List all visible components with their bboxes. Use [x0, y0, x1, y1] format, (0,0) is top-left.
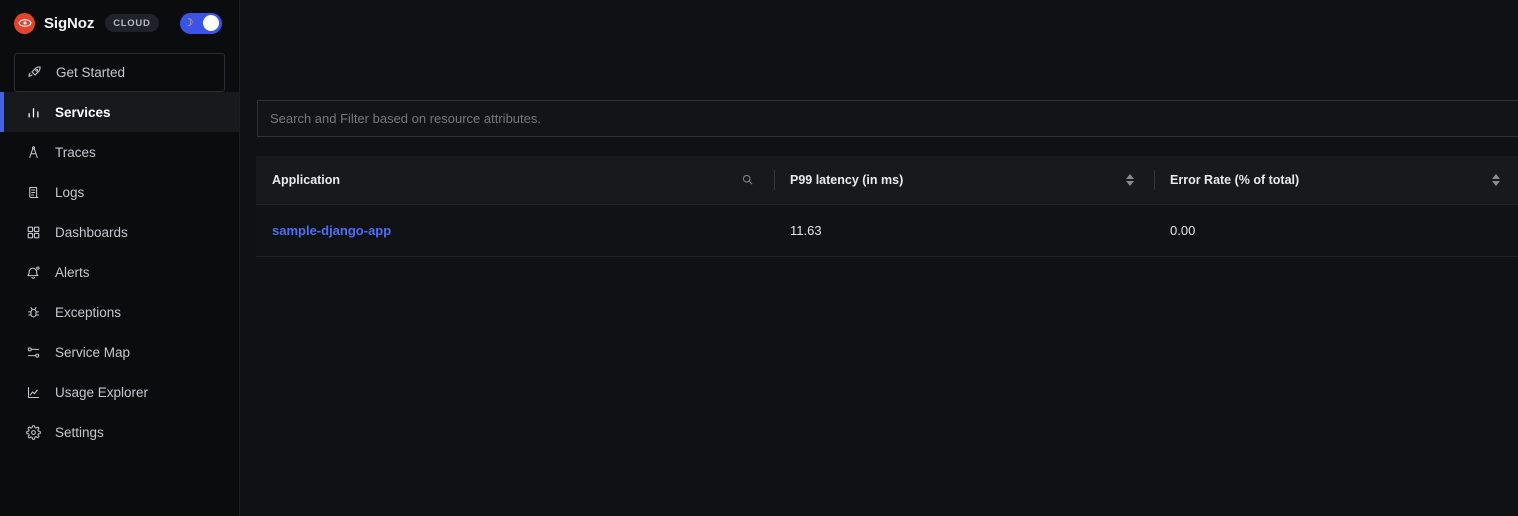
sidebar-item-exceptions[interactable]: Exceptions [14, 292, 225, 332]
sidebar-item-label: Traces [55, 144, 96, 160]
sidebar-item-usage-explorer[interactable]: Usage Explorer [14, 372, 225, 412]
sidebar-item-get-started[interactable]: Get Started [14, 53, 225, 92]
search-input[interactable] [257, 100, 1518, 137]
search-filter-row [257, 100, 1518, 137]
sidebar-item-label: Services [55, 104, 111, 120]
column-header-error-rate[interactable]: Error Rate (% of total) [1154, 156, 1518, 204]
column-header-label: Error Rate (% of total) [1170, 172, 1300, 187]
sidebar-item-label: Service Map [55, 344, 131, 360]
gear-icon [25, 424, 41, 440]
brand-header: SigNoz CLOUD ☽ [0, 0, 239, 46]
sidebar-item-traces[interactable]: Traces [14, 132, 225, 172]
sidebar-nav: Get Started Services Traces Logs Dashboa… [0, 53, 239, 452]
rocket-icon [26, 65, 42, 81]
services-table: Application P99 latency (in ms) Error Ra… [256, 156, 1518, 257]
bug-icon [25, 304, 41, 320]
compass-icon [25, 144, 41, 160]
column-header-label: Application [272, 172, 341, 187]
grid-icon [25, 224, 41, 240]
sidebar-item-logs[interactable]: Logs [14, 172, 225, 212]
theme-toggle[interactable]: ☽ [179, 12, 222, 34]
brand-name: SigNoz [44, 14, 95, 32]
sidebar: SigNoz CLOUD ☽ Get Started Services Trac… [0, 0, 240, 516]
app-root: SigNoz CLOUD ☽ Get Started Services Trac… [0, 0, 1518, 516]
column-header-label: P99 latency (in ms) [790, 172, 904, 187]
sidebar-item-service-map[interactable]: Service Map [14, 332, 225, 372]
services-table-container: Application P99 latency (in ms) Error Ra… [256, 156, 1518, 257]
sidebar-item-settings[interactable]: Settings [14, 412, 225, 452]
column-header-application[interactable]: Application [256, 156, 774, 204]
sidebar-item-alerts[interactable]: Alerts [14, 252, 225, 292]
main-content: Application P9 [240, 0, 1518, 516]
scroll-icon [25, 184, 41, 200]
sidebar-item-dashboards[interactable]: Dashboards [14, 212, 225, 252]
sidebar-item-label: Logs [55, 184, 85, 200]
sidebar-item-label: Settings [55, 424, 104, 440]
cell-p99-latency: 11.63 [774, 203, 1154, 257]
sidebar-item-label: Dashboards [55, 224, 128, 240]
network-nodes-icon [25, 344, 41, 360]
bar-chart-icon [25, 104, 41, 120]
sidebar-item-label: Get Started [56, 65, 126, 80]
cell-application: sample-django-app [256, 203, 774, 257]
cloud-badge: CLOUD [105, 14, 159, 32]
theme-toggle-knob [202, 15, 219, 31]
table-body: sample-django-app 11.63 0.00 [256, 203, 1518, 257]
sort-icon[interactable] [1126, 173, 1134, 186]
moon-icon: ☽ [183, 16, 194, 29]
area-chart-icon [25, 384, 41, 400]
bell-dot-icon [25, 264, 41, 280]
sidebar-item-label: Alerts [55, 264, 90, 280]
table-row[interactable]: sample-django-app 11.63 0.00 [256, 203, 1518, 257]
cell-error-rate: 0.00 [1154, 203, 1518, 257]
signoz-eye-logo-icon [14, 12, 35, 34]
sort-icon[interactable] [1492, 173, 1500, 186]
sidebar-item-label: Usage Explorer [55, 384, 149, 400]
sidebar-item-services[interactable]: Services [0, 92, 239, 132]
sidebar-item-label: Exceptions [55, 304, 122, 320]
column-header-p99-latency[interactable]: P99 latency (in ms) [774, 156, 1154, 204]
table-header-row: Application P99 latency (in ms) Error Ra… [256, 156, 1518, 204]
search-icon[interactable] [741, 173, 754, 186]
application-link[interactable]: sample-django-app [272, 223, 391, 238]
table-head: Application P99 latency (in ms) Error Ra… [256, 156, 1518, 204]
